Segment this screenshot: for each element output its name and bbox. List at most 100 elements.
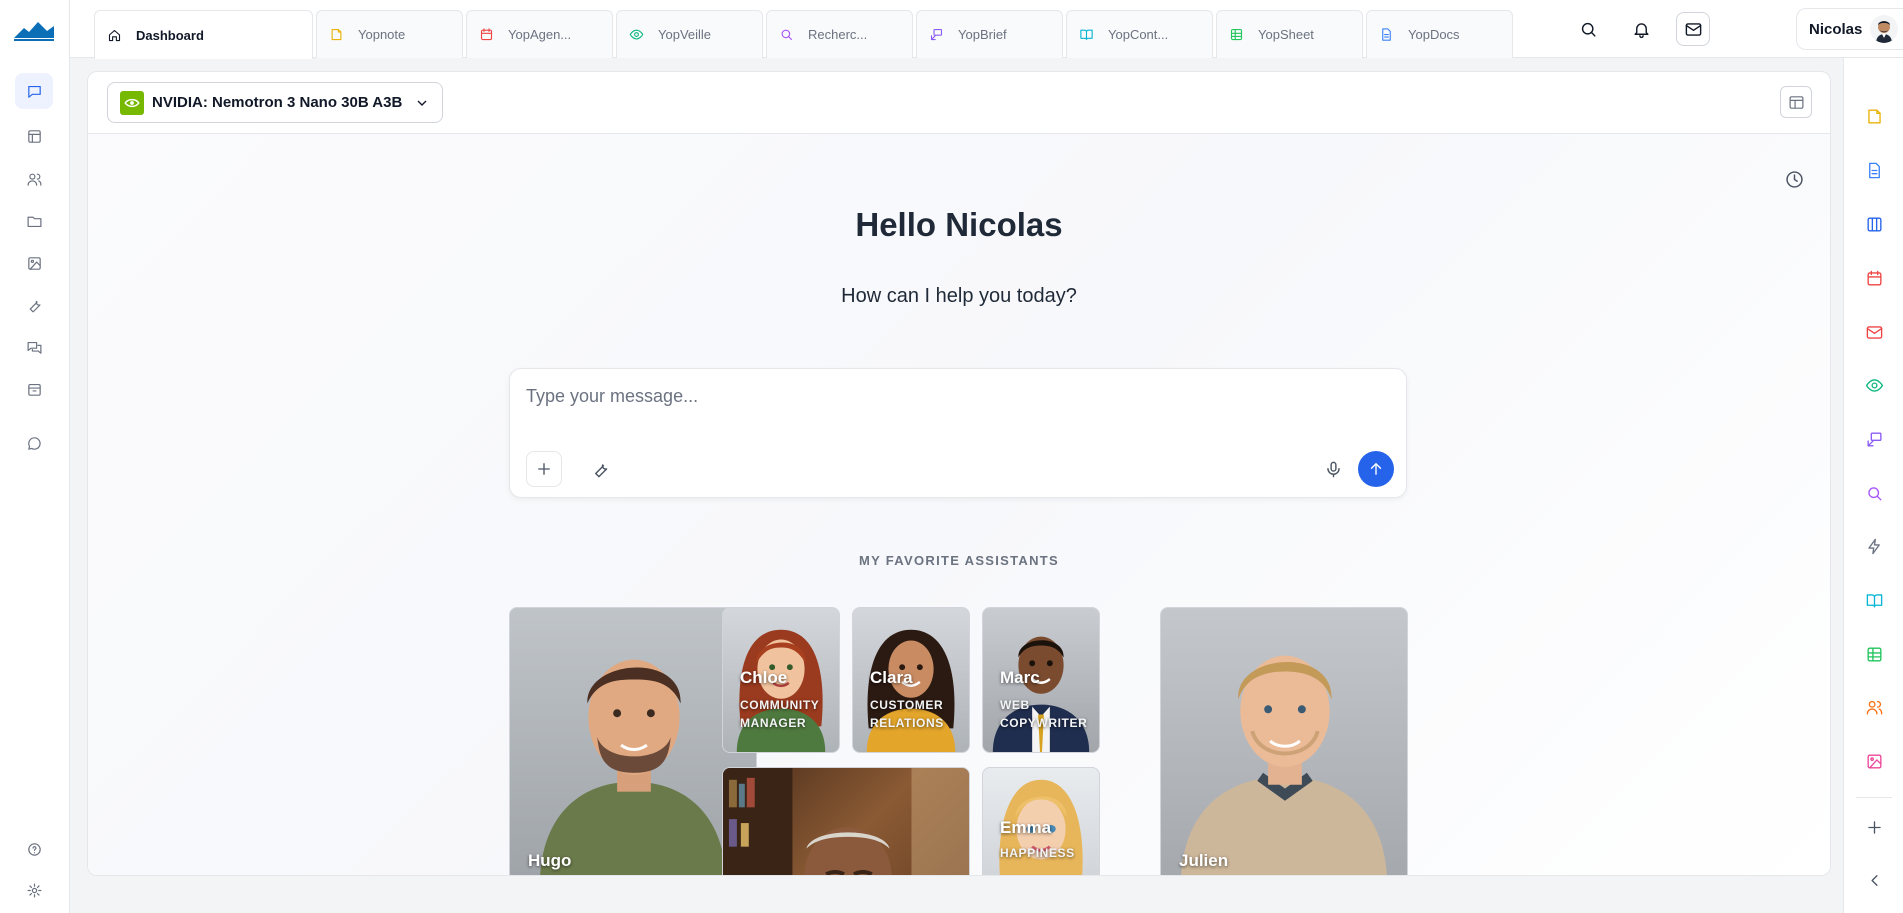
toggle-panel-button[interactable] <box>1780 86 1812 118</box>
chat-icon <box>27 85 41 98</box>
rail-content-button[interactable] <box>1862 588 1886 612</box>
tab-label: Recherc... <box>808 27 868 42</box>
tab-label: YopAgen... <box>508 27 572 42</box>
assistant-card-emma[interactable]: Emma HAPPINESS <box>982 767 1100 875</box>
mail-button[interactable] <box>1676 12 1710 46</box>
nav-folder-button[interactable] <box>15 203 53 239</box>
rail-mail-button[interactable] <box>1862 320 1886 344</box>
eye-icon <box>629 29 644 40</box>
nav-settings-button[interactable] <box>15 872 53 908</box>
rail-add-app-button[interactable] <box>1862 815 1886 839</box>
message-input[interactable] <box>526 383 1386 409</box>
arrow-up-icon <box>1370 463 1382 475</box>
assistant-card-julien[interactable]: Julien <box>1160 607 1408 875</box>
tab-dashboard[interactable]: Dashboard <box>94 10 313 59</box>
nav-layout-button[interactable] <box>15 118 53 154</box>
search-icon <box>1867 486 1882 501</box>
assistant-name: Julien <box>1179 851 1229 870</box>
tools-button[interactable] <box>586 455 614 483</box>
nav-discussions-button[interactable] <box>15 329 53 365</box>
user-name: Nicolas <box>1809 20 1863 38</box>
home-icon <box>108 29 121 41</box>
microphone-button[interactable] <box>1319 455 1347 483</box>
lightning-icon <box>1867 538 1880 554</box>
brief-icon <box>1866 431 1882 447</box>
favorites-title: MY FAVORITE ASSISTANTS <box>858 553 1060 568</box>
tab-yopcontent[interactable]: YopCont... <box>1066 10 1213 58</box>
rail-contacts-button[interactable] <box>1862 695 1886 719</box>
rail-brief-button[interactable] <box>1862 427 1886 451</box>
tab-yopsheet[interactable]: YopSheet <box>1216 10 1363 58</box>
assistant-name: Emma <box>1000 818 1052 837</box>
tab-label: YopVeille <box>658 27 712 42</box>
rail-yopnote-button[interactable] <box>1862 104 1886 128</box>
nav-tools-button[interactable] <box>15 287 53 323</box>
assistant-card-hugo[interactable]: Hugo <box>509 607 757 875</box>
doc-icon <box>1382 28 1391 41</box>
image-icon <box>27 256 41 270</box>
tab-yopagenda[interactable]: YopAgen... <box>466 10 613 58</box>
right-app-rail <box>1843 58 1903 913</box>
add-attachment-button[interactable] <box>526 451 562 487</box>
microphone-icon <box>1326 461 1340 477</box>
rail-agenda-button[interactable] <box>1862 266 1886 290</box>
tab-yopbrief[interactable]: YopBrief <box>916 10 1063 58</box>
help-icon <box>27 842 41 856</box>
rail-yopdocs-button[interactable] <box>1862 158 1886 182</box>
assistant-role: COMMUNITY MANAGER <box>740 698 820 730</box>
assistant-card-clara[interactable]: Clara CUSTOMER RELATIONS <box>852 607 970 753</box>
assistant-name: Chloe <box>740 668 788 687</box>
assistant-card-chloe[interactable]: Chloe COMMUNITY MANAGER <box>722 607 840 753</box>
rail-automation-button[interactable] <box>1862 534 1886 558</box>
search-button[interactable] <box>1571 12 1605 46</box>
nvidia-logo-icon <box>120 90 144 115</box>
nav-messages-button[interactable] <box>15 425 53 461</box>
archive-icon <box>27 383 41 396</box>
tab-label: YopDocs <box>1408 27 1460 42</box>
assistant-name: Clara <box>870 668 913 687</box>
user-menu[interactable]: Nicolas <box>1796 8 1903 50</box>
tab-label: YopBrief <box>958 27 1007 42</box>
tab-yopnote[interactable]: Yopnote <box>316 10 463 58</box>
chat-panel: NVIDIA: Nemotron 3 Nano 30B A3B Hello Ni… <box>87 71 1831 876</box>
nav-help-button[interactable] <box>15 831 53 867</box>
nav-archive-button[interactable] <box>15 371 53 407</box>
note-icon <box>331 28 342 41</box>
assistant-card-marc[interactable]: Marc WEB COPYWRITER <box>982 607 1100 753</box>
rail-collapse-button[interactable] <box>1862 868 1886 892</box>
sheet-icon <box>1866 646 1882 662</box>
nav-users-button[interactable] <box>15 161 53 197</box>
notifications-button[interactable] <box>1624 12 1658 46</box>
bell-icon <box>1633 22 1649 38</box>
assistant-card-elder[interactable] <box>722 767 970 875</box>
discussions-icon <box>27 341 41 354</box>
model-label: NVIDIA: Nemotron 3 Nano 30B A3B <box>152 94 403 111</box>
rail-kanban-button[interactable] <box>1862 212 1886 236</box>
history-button[interactable] <box>1784 169 1808 193</box>
chat-body: Hello Nicolas How can I help you today? … <box>88 134 1830 875</box>
tab-yopveille[interactable]: YopVeille <box>616 10 763 58</box>
folder-icon <box>27 216 41 227</box>
app-logo[interactable] <box>14 18 54 42</box>
message-circle-icon <box>27 436 41 450</box>
nav-chat-button[interactable] <box>15 73 53 109</box>
tab-yopdocs[interactable]: YopDocs <box>1366 10 1513 58</box>
search-icon <box>781 29 793 41</box>
assistant-name: Marc <box>1000 668 1040 687</box>
model-selector[interactable]: NVIDIA: Nemotron 3 Nano 30B A3B <box>107 82 443 123</box>
mail-icon <box>1685 22 1701 36</box>
rail-sheet-button[interactable] <box>1862 642 1886 666</box>
send-button[interactable] <box>1358 451 1394 487</box>
gear-icon <box>27 883 41 897</box>
users-icon <box>1866 700 1882 715</box>
rail-search-button[interactable] <box>1862 481 1886 505</box>
top-bar: Dashboard Yopnote YopAgen... YopVeille R… <box>70 0 1903 59</box>
tab-recherche[interactable]: Recherc... <box>766 10 913 58</box>
nav-images-button[interactable] <box>15 245 53 281</box>
panel-layout-icon <box>1789 95 1803 109</box>
rail-images-button[interactable] <box>1862 749 1886 773</box>
assistant-role: WEB COPYWRITER <box>1000 698 1088 730</box>
rail-veille-button[interactable] <box>1862 373 1886 397</box>
brief-icon <box>930 28 943 41</box>
rail-divider <box>1856 797 1892 798</box>
